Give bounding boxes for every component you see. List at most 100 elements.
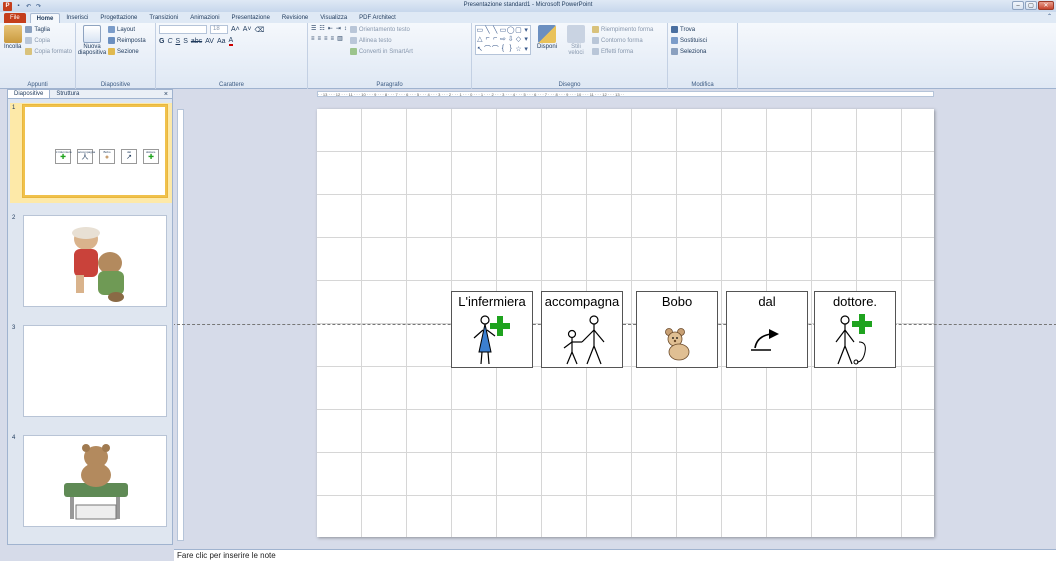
clear-format-icon[interactable]: ⌫ <box>255 26 265 34</box>
symbol-card[interactable]: L'infermiera <box>451 291 533 368</box>
select-button[interactable]: Seleziona <box>671 47 707 56</box>
tab-presentazione[interactable]: Presentazione <box>226 13 276 23</box>
help-icon[interactable]: ⌃ <box>1047 13 1052 20</box>
indent-increase-icon[interactable]: ⇥ <box>336 25 341 32</box>
shapes-gallery[interactable]: ▭ ╲ ╲ ▭ ◯ ▢ ▾ △ ⌐ ⌐ ⇨ ⇩ ◇ ▾ ↖ ⌒ ⌒{} ☆ ▾ <box>475 25 531 55</box>
symbol-card[interactable]: accompagna <box>541 291 623 368</box>
save-icon[interactable]: ▪ <box>15 3 22 10</box>
tab-progettazione[interactable]: Progettazione <box>94 13 143 23</box>
italic-button[interactable]: C <box>167 38 172 45</box>
shrink-font-icon[interactable]: A˅ <box>243 26 252 33</box>
text-direction-button[interactable]: Orientamento testo <box>349 25 413 34</box>
tab-transizioni[interactable]: Transizioni <box>143 13 184 23</box>
paste-button[interactable]: Incolla <box>3 25 22 79</box>
textbox-icon[interactable]: ▭ <box>477 26 484 34</box>
align-text-button[interactable]: Allinea testo <box>349 36 413 45</box>
curve-icon[interactable]: ⌒ <box>484 44 491 54</box>
more-shapes-icon[interactable]: ▾ <box>524 45 528 53</box>
symbol-word: Bobo <box>661 294 693 309</box>
font-color-button[interactable]: A <box>228 37 234 46</box>
elbow-icon[interactable]: ⌐ <box>485 35 489 42</box>
line-spacing-icon[interactable]: ↕ <box>344 26 347 32</box>
symbol-card[interactable]: Bobo <box>636 291 718 368</box>
section-button[interactable]: Sezione <box>108 47 146 56</box>
more-shapes-icon[interactable]: ▾ <box>524 35 528 43</box>
tab-diapositive[interactable]: Diapositive <box>8 90 51 98</box>
underline-button[interactable]: S <box>176 38 181 45</box>
arrow-down-icon[interactable]: ⇩ <box>508 35 514 43</box>
align-right-icon[interactable]: ≡ <box>324 36 328 42</box>
columns-icon[interactable]: ▥ <box>337 35 343 42</box>
brace-icon[interactable]: } <box>510 45 512 52</box>
slide-canvas[interactable]: L'infermiera accompagna Bobo dal dottore… <box>174 109 1056 537</box>
arrange-button[interactable]: Disponi <box>534 25 560 79</box>
new-slide-button[interactable]: Nuova diapositiva <box>78 25 106 79</box>
undo-icon[interactable]: ↶ <box>25 3 32 10</box>
arrow-icon[interactable]: ↖ <box>477 45 483 53</box>
quick-styles-button[interactable]: Stili veloci <box>563 25 589 79</box>
more-shapes-icon[interactable]: ▾ <box>524 26 528 34</box>
tab-struttura[interactable]: Struttura <box>50 90 85 98</box>
replace-button[interactable]: Sostituisci <box>671 36 707 45</box>
slide-thumbnail-2[interactable] <box>23 215 167 307</box>
slide-thumbnail-1[interactable]: L'infermiera ✚ accompagna 人 Bobo ● dal ↗ dot… <box>23 105 167 197</box>
smartart-button[interactable]: Converti in SmartArt <box>349 47 413 56</box>
font-name-field[interactable] <box>159 25 207 34</box>
horizontal-ruler[interactable]: · · 13 · · · 12 · · · 11 · · · 10 · · · … <box>317 91 934 97</box>
tab-animazioni[interactable]: Animazioni <box>184 13 225 23</box>
close-icon[interactable]: × <box>164 90 168 99</box>
tab-home[interactable]: Home <box>29 13 61 23</box>
curve-icon[interactable]: ⌒ <box>492 44 499 54</box>
close-button[interactable]: ✕ <box>1038 1 1054 10</box>
rounded-rect-icon[interactable]: ▢ <box>515 26 522 34</box>
arrow-right-icon[interactable]: ⇨ <box>500 35 506 43</box>
vertical-ruler[interactable] <box>177 109 184 541</box>
oval-icon[interactable]: ◯ <box>507 26 515 34</box>
maximize-button[interactable]: ▢ <box>1025 1 1037 10</box>
tab-file[interactable]: File <box>4 13 26 23</box>
shape-effects-button[interactable]: Effetti forma <box>592 47 653 56</box>
brace-icon[interactable]: { <box>502 45 504 52</box>
slide-thumbnail-3[interactable] <box>23 325 167 417</box>
symbol-card[interactable]: dottore. <box>814 291 896 368</box>
star-icon[interactable]: ☆ <box>515 45 521 53</box>
shape-fill-button[interactable]: Riempimento forma <box>592 25 653 34</box>
cut-button[interactable]: Taglia <box>25 25 72 34</box>
shape-outline-button[interactable]: Contorno forma <box>592 36 653 45</box>
rectangle-icon[interactable]: ▭ <box>500 26 507 34</box>
align-left-icon[interactable]: ≡ <box>311 36 315 42</box>
justify-icon[interactable]: ≡ <box>331 36 335 42</box>
triangle-icon[interactable]: △ <box>477 35 482 43</box>
tab-visualizza[interactable]: Visualizza <box>314 13 353 23</box>
format-painter-button[interactable]: Copia formato <box>25 47 72 56</box>
layout-button[interactable]: Layout <box>108 25 146 34</box>
minimize-button[interactable]: – <box>1012 1 1024 10</box>
notes-pane[interactable]: Fare clic per inserire le note <box>174 549 1056 561</box>
bold-button[interactable]: G <box>159 38 164 45</box>
grow-font-icon[interactable]: A˄ <box>231 26 240 33</box>
quick-styles-label: Stili veloci <box>568 44 584 56</box>
numbering-icon[interactable]: ☷ <box>319 25 324 32</box>
spacing-button[interactable]: AV <box>205 38 214 45</box>
strikethrough-button[interactable]: abc <box>191 38 202 45</box>
powerpoint-app-icon[interactable]: P <box>3 1 12 11</box>
shape-icon[interactable]: ◇ <box>516 35 521 43</box>
elbow-icon[interactable]: ⌐ <box>493 35 497 42</box>
line-icon[interactable]: ╲ <box>485 26 489 34</box>
find-button[interactable]: Trova <box>671 25 707 34</box>
align-center-icon[interactable]: ≡ <box>318 36 322 42</box>
indent-decrease-icon[interactable]: ⇤ <box>328 25 333 32</box>
bullets-icon[interactable]: ☰ <box>311 25 316 32</box>
slide-thumbnail-4[interactable] <box>23 435 167 527</box>
tab-inserisci[interactable]: Inserisci <box>60 13 94 23</box>
symbol-card[interactable]: dal <box>726 291 808 368</box>
copy-button[interactable]: Copia <box>25 36 72 45</box>
tab-pdf-architect[interactable]: PDF Architect <box>353 13 402 23</box>
tab-revisione[interactable]: Revisione <box>276 13 314 23</box>
shadow-button[interactable]: S <box>183 38 188 45</box>
line-icon[interactable]: ╲ <box>493 26 497 34</box>
case-button[interactable]: Aa <box>217 38 226 45</box>
reset-button[interactable]: Reimposta <box>108 36 146 45</box>
font-size-field[interactable]: 18 <box>210 25 228 34</box>
redo-icon[interactable]: ↷ <box>35 3 42 10</box>
